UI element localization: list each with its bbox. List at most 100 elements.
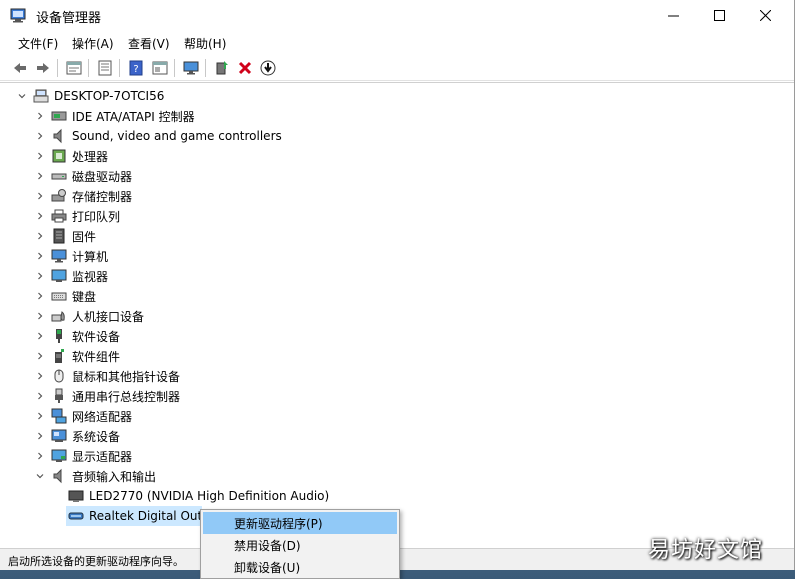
tree-category-keyboard[interactable]: 键盘 bbox=[34, 286, 96, 306]
chevron-right-icon[interactable] bbox=[34, 270, 46, 282]
tree-category-monitor[interactable]: 监视器 bbox=[34, 266, 108, 286]
maximize-button[interactable] bbox=[696, 0, 742, 31]
device-tree[interactable]: DESKTOP-7OTCI56 IDE ATA/ATAPI 控制器 Sound,… bbox=[0, 82, 794, 547]
minimize-button[interactable] bbox=[650, 0, 696, 31]
chevron-down-icon[interactable] bbox=[34, 470, 46, 482]
tree-category-audio-io[interactable]: 音频输入和输出 bbox=[34, 466, 156, 486]
menu-action[interactable]: 操作(A) bbox=[72, 35, 114, 52]
ide-controller-icon bbox=[51, 108, 67, 124]
scan-icon[interactable] bbox=[258, 58, 278, 78]
tree-category-label: 计算机 bbox=[72, 249, 109, 264]
digital-output-icon bbox=[68, 508, 84, 524]
menu-bar: 文件(F) 操作(A) 查看(V) 帮助(H) bbox=[0, 32, 794, 54]
tree-category-ide[interactable]: IDE ATA/ATAPI 控制器 bbox=[34, 106, 195, 126]
back-icon[interactable] bbox=[10, 58, 30, 78]
tree-category-label: 音频输入和输出 bbox=[72, 469, 157, 484]
tree-root-label: DESKTOP-7OTCI56 bbox=[54, 89, 165, 103]
tree-category-network[interactable]: 网络适配器 bbox=[34, 406, 132, 426]
tree-category-label: 系统设备 bbox=[72, 429, 121, 444]
menu-help[interactable]: 帮助(H) bbox=[184, 35, 226, 52]
chevron-right-icon[interactable] bbox=[34, 170, 46, 182]
tree-category-computer[interactable]: 计算机 bbox=[34, 246, 108, 266]
chevron-right-icon[interactable] bbox=[34, 310, 46, 322]
tree-category-label: Sound, video and game controllers bbox=[72, 129, 282, 143]
speaker-icon bbox=[51, 128, 67, 144]
chevron-right-icon[interactable] bbox=[34, 150, 46, 162]
chevron-right-icon[interactable] bbox=[34, 330, 46, 342]
tree-category-mouse[interactable]: 鼠标和其他指针设备 bbox=[34, 366, 180, 386]
tree-category-label: 存储控制器 bbox=[72, 189, 133, 204]
update-driver-icon[interactable] bbox=[212, 58, 232, 78]
network-adapter-icon bbox=[51, 408, 67, 424]
computer-icon bbox=[33, 88, 49, 104]
tree-category-label: 键盘 bbox=[72, 289, 97, 304]
tree-category-display[interactable]: 显示适配器 bbox=[34, 446, 132, 466]
toolbar: ? bbox=[0, 55, 794, 81]
forward-icon[interactable] bbox=[33, 58, 53, 78]
tree-category-software-device[interactable]: 软件设备 bbox=[34, 326, 120, 346]
tree-category-system[interactable]: 系统设备 bbox=[34, 426, 120, 446]
close-button[interactable] bbox=[742, 0, 788, 31]
chevron-right-icon[interactable] bbox=[34, 410, 46, 422]
tree-device-led2770[interactable]: LED2770 (NVIDIA High Definition Audio) bbox=[68, 486, 329, 506]
tree-category-label: 显示适配器 bbox=[72, 449, 133, 464]
tree-category-label: 打印队列 bbox=[72, 209, 121, 224]
monitor-icon bbox=[51, 268, 67, 284]
properties-icon[interactable] bbox=[64, 58, 84, 78]
chevron-right-icon[interactable] bbox=[34, 130, 46, 142]
tree-category-label: 通用串行总线控制器 bbox=[72, 389, 181, 404]
tree-device-realtek-digital-out[interactable]: Realtek Digital Out bbox=[66, 506, 202, 526]
chevron-right-icon[interactable] bbox=[34, 250, 46, 262]
tree-root[interactable]: DESKTOP-7OTCI56 bbox=[16, 86, 164, 106]
speaker-icon bbox=[51, 468, 67, 484]
chevron-right-icon[interactable] bbox=[34, 430, 46, 442]
monitor-icon bbox=[68, 488, 84, 504]
chevron-right-icon[interactable] bbox=[34, 290, 46, 302]
tree-category-label: 软件设备 bbox=[72, 329, 121, 344]
uninstall-icon[interactable] bbox=[235, 58, 255, 78]
menu-view[interactable]: 查看(V) bbox=[128, 35, 170, 52]
computer-icon bbox=[51, 248, 67, 264]
status-text: 启动所选设备的更新驱动程序向导。 bbox=[8, 555, 184, 568]
tree-category-label: 固件 bbox=[72, 229, 97, 244]
chevron-right-icon[interactable] bbox=[34, 190, 46, 202]
chevron-right-icon[interactable] bbox=[34, 370, 46, 382]
chevron-right-icon[interactable] bbox=[34, 450, 46, 462]
chevron-right-icon[interactable] bbox=[34, 210, 46, 222]
chevron-right-icon[interactable] bbox=[34, 230, 46, 242]
disk-drive-icon bbox=[51, 168, 67, 184]
tree-category-disk[interactable]: 磁盘驱动器 bbox=[34, 166, 132, 186]
tree-category-label: 处理器 bbox=[72, 149, 109, 164]
tree-category-storage[interactable]: 存储控制器 bbox=[34, 186, 132, 206]
monitor-icon[interactable] bbox=[181, 58, 201, 78]
tree-category-label: 鼠标和其他指针设备 bbox=[72, 369, 181, 384]
context-update-driver[interactable]: 更新驱动程序(P) bbox=[203, 512, 397, 534]
tree-category-sound[interactable]: Sound, video and game controllers bbox=[34, 126, 282, 146]
chevron-down-icon[interactable] bbox=[16, 90, 28, 102]
title-bar: 设备管理器 bbox=[0, 0, 794, 31]
watermark: 易坊好文馆 bbox=[648, 538, 764, 563]
tree-category-firmware[interactable]: 固件 bbox=[34, 226, 96, 246]
tree-category-hid[interactable]: 人机接口设备 bbox=[34, 306, 144, 326]
tree-category-usb[interactable]: 通用串行总线控制器 bbox=[34, 386, 180, 406]
menu-file[interactable]: 文件(F) bbox=[18, 35, 58, 52]
tree-device-label: LED2770 (NVIDIA High Definition Audio) bbox=[89, 489, 330, 503]
window-title: 设备管理器 bbox=[36, 11, 102, 26]
tree-category-print-queue[interactable]: 打印队列 bbox=[34, 206, 120, 226]
context-disable-device[interactable]: 禁用设备(D) bbox=[203, 534, 397, 556]
tree-category-label: 磁盘驱动器 bbox=[72, 169, 133, 184]
help-icon[interactable]: ? bbox=[126, 58, 146, 78]
context-menu: 更新驱动程序(P) 禁用设备(D) 卸载设备(U) bbox=[200, 509, 400, 579]
chevron-right-icon[interactable] bbox=[34, 110, 46, 122]
chevron-right-icon[interactable] bbox=[34, 350, 46, 362]
show-hidden-icon[interactable] bbox=[150, 58, 170, 78]
tree-category-processor[interactable]: 处理器 bbox=[34, 146, 108, 166]
context-uninstall-device[interactable]: 卸载设备(U) bbox=[203, 556, 397, 578]
view-icon[interactable] bbox=[95, 58, 115, 78]
chevron-right-icon[interactable] bbox=[34, 390, 46, 402]
tree-category-label: 网络适配器 bbox=[72, 409, 133, 424]
usb-icon bbox=[51, 388, 67, 404]
device-manager-icon bbox=[10, 8, 26, 23]
tree-category-software-component[interactable]: 软件组件 bbox=[34, 346, 120, 366]
software-component-icon bbox=[51, 348, 67, 364]
